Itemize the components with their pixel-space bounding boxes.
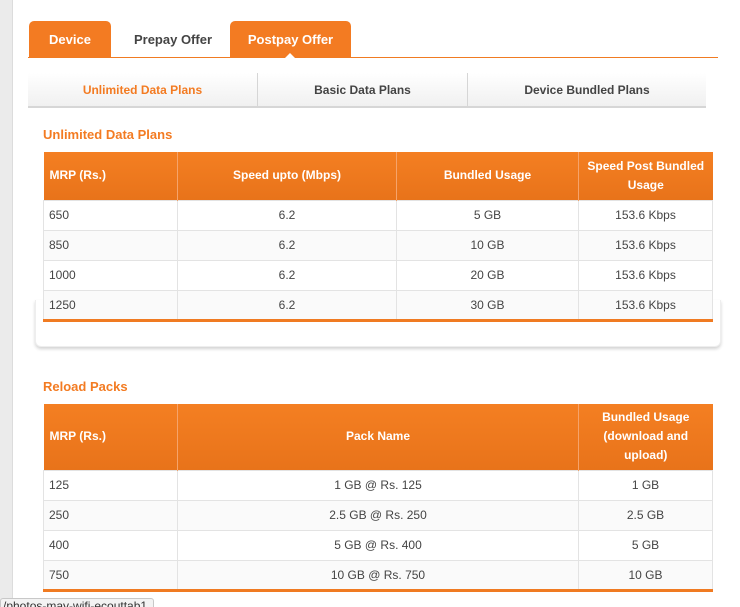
unlimited-plans-table: MRP (Rs.) Speed upto (Mbps) Bundled Usag… bbox=[43, 152, 713, 322]
table-cell: 1 GB @ Rs. 125 bbox=[177, 469, 579, 501]
subtab-basic-data-plans[interactable]: Basic Data Plans bbox=[258, 73, 468, 106]
table-cell: 6.2 bbox=[177, 289, 397, 321]
table-cell: 5 GB bbox=[578, 529, 713, 561]
table-cell: 153.6 Kbps bbox=[578, 259, 713, 291]
tab-prepay-offer[interactable]: Prepay Offer bbox=[118, 21, 228, 57]
table-cell: 2.5 GB bbox=[578, 499, 713, 531]
column-header: Speed upto (Mbps) bbox=[177, 152, 397, 200]
table-header-row: MRP (Rs.) Speed upto (Mbps) Bundled Usag… bbox=[43, 152, 713, 200]
table-cell: 2.5 GB @ Rs. 250 bbox=[177, 499, 579, 531]
column-header: Pack Name bbox=[177, 404, 579, 470]
plan-subtabs: Unlimited Data Plans Basic Data Plans De… bbox=[28, 73, 706, 108]
table-cell: 153.6 Kbps bbox=[578, 289, 713, 321]
table-header-row: MRP (Rs.) Pack Name Bundled Usage (downl… bbox=[43, 404, 713, 470]
table-cell: 10 GB @ Rs. 750 bbox=[177, 559, 579, 591]
reload-packs-table: MRP (Rs.) Pack Name Bundled Usage (downl… bbox=[43, 404, 713, 592]
table-cell: 10 GB bbox=[396, 229, 579, 261]
table-cell: 153.6 Kbps bbox=[578, 229, 713, 261]
table-cell: 6.2 bbox=[177, 259, 397, 291]
table-cell: 125 bbox=[43, 469, 178, 501]
table-cell: 400 bbox=[43, 529, 178, 561]
column-header: Speed Post Bundled Usage bbox=[578, 152, 713, 200]
subtab-device-bundled-plans[interactable]: Device Bundled Plans bbox=[468, 73, 706, 106]
tab-postpay-offer[interactable]: Postpay Offer bbox=[230, 21, 351, 59]
table-row: 650 6.2 5 GB 153.6 Kbps bbox=[43, 199, 713, 231]
table-row: 125 1 GB @ Rs. 125 1 GB bbox=[43, 469, 713, 501]
table-cell: 650 bbox=[43, 199, 178, 231]
table-row: 1000 6.2 20 GB 153.6 Kbps bbox=[43, 259, 713, 291]
table-cell: 153.6 Kbps bbox=[578, 199, 713, 231]
table-row: 850 6.2 10 GB 153.6 Kbps bbox=[43, 229, 713, 261]
reload-packs-title: Reload Packs bbox=[43, 379, 128, 394]
table-cell: 1000 bbox=[43, 259, 178, 291]
unlimited-plans-title: Unlimited Data Plans bbox=[43, 127, 173, 142]
table-cell: 1250 bbox=[43, 289, 178, 321]
table-cell: 10 GB bbox=[578, 559, 713, 591]
table-cell: 20 GB bbox=[396, 259, 579, 291]
table-row: 400 5 GB @ Rs. 400 5 GB bbox=[43, 529, 713, 561]
table-cell: 5 GB bbox=[396, 199, 579, 231]
table-cell: 850 bbox=[43, 229, 178, 261]
table-row: 750 10 GB @ Rs. 750 10 GB bbox=[43, 559, 713, 591]
subtab-unlimited-data-plans[interactable]: Unlimited Data Plans bbox=[28, 73, 258, 106]
table-cell: 5 GB @ Rs. 400 bbox=[177, 529, 579, 561]
column-header: Bundled Usage (download and upload) bbox=[578, 404, 713, 470]
column-header: MRP (Rs.) bbox=[43, 152, 178, 200]
column-header: Bundled Usage bbox=[396, 152, 579, 200]
tab-device[interactable]: Device bbox=[29, 21, 111, 57]
browser-status-bar: /photos-may-wifi-ecouttab1 bbox=[0, 598, 155, 607]
offer-tabs: Device Prepay Offer Postpay Offer bbox=[28, 21, 718, 59]
table-row: 1250 6.2 30 GB 153.6 Kbps bbox=[43, 289, 713, 321]
table-cell: 1 GB bbox=[578, 469, 713, 501]
table-row: 250 2.5 GB @ Rs. 250 2.5 GB bbox=[43, 499, 713, 531]
table-cell: 6.2 bbox=[177, 229, 397, 261]
table-cell: 750 bbox=[43, 559, 178, 591]
table-cell: 6.2 bbox=[177, 199, 397, 231]
left-rail bbox=[0, 0, 13, 607]
table-cell: 250 bbox=[43, 499, 178, 531]
table-cell: 30 GB bbox=[396, 289, 579, 321]
column-header: MRP (Rs.) bbox=[43, 404, 178, 470]
